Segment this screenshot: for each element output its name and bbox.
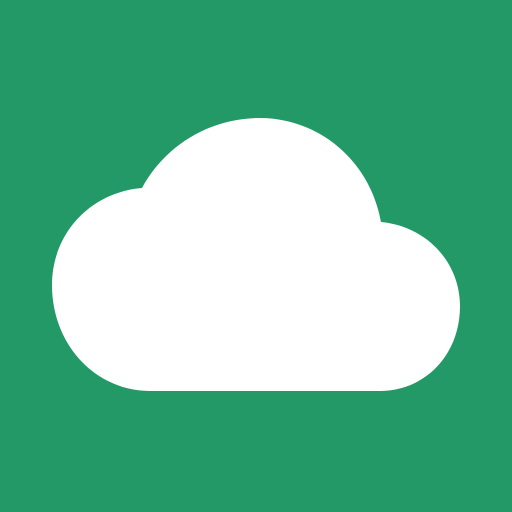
app-icon-tile (0, 0, 512, 512)
cloud-icon (52, 118, 460, 391)
cloud-shape (52, 118, 460, 391)
